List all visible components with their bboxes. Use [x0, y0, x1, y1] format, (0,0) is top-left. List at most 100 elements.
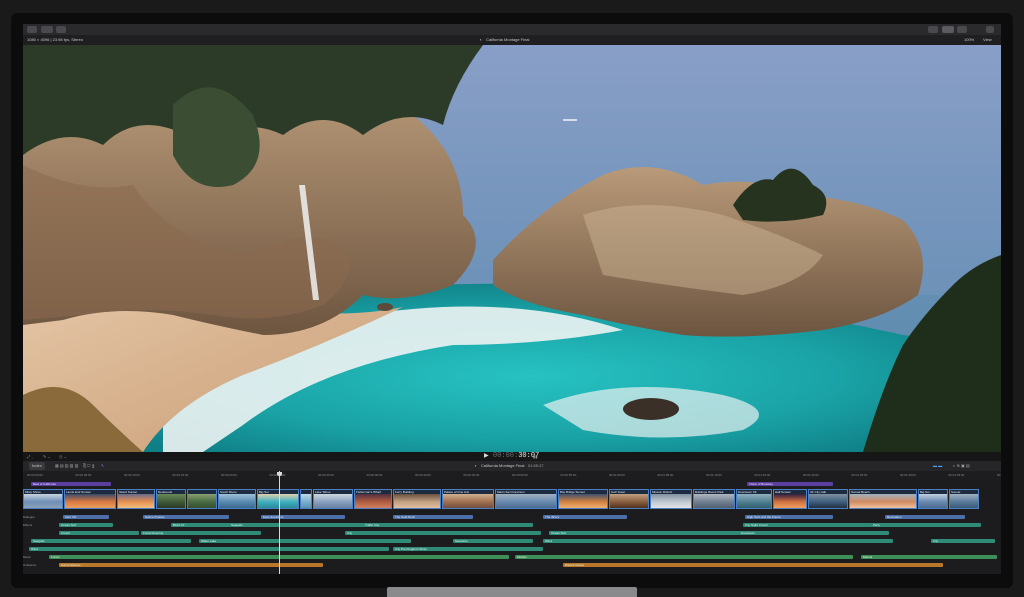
lane-label: Ambience: [23, 563, 37, 567]
timeline-header: Index ▦ ▤ ▥ ▧ ▨ ⎘ ⬚ ⬍ ↖ ▪ California Mon…: [23, 461, 1001, 471]
video-clip-filmstrip: [559, 494, 607, 508]
audio-clip[interactable]: Seashore: [453, 539, 533, 543]
audio-clip[interactable]: Birds FX: [171, 523, 231, 527]
video-clip-filmstrip: [774, 494, 806, 508]
transform-icon[interactable]: ⤢ ⌄: [27, 452, 33, 461]
video-clip[interactable]: Lands End Sunset: [64, 489, 116, 509]
audio-clip[interactable]: Crowd: [59, 531, 139, 535]
video-clip-filmstrip: [301, 494, 311, 508]
video-clip-filmstrip: [809, 494, 847, 508]
audio-clip[interactable]: Intro VO: [63, 515, 109, 519]
video-clip[interactable]: Island Sunset: [117, 489, 155, 509]
audio-clip[interactable]: Traffic City: [363, 523, 533, 527]
keyword-button[interactable]: [41, 26, 53, 33]
playhead-handle[interactable]: [277, 472, 282, 476]
ruler-tick: 00:01:35:00: [948, 473, 965, 477]
video-clip[interactable]: Bay Bridge Sunset: [558, 489, 608, 509]
video-clip[interactable]: Lake Tahoe: [313, 489, 353, 509]
audio-clip[interactable]: City: [931, 539, 995, 543]
skimming-icons[interactable]: ▬ ▬: [933, 461, 942, 471]
audio-clip[interactable]: High Tech and the Future: [745, 515, 833, 519]
playhead[interactable]: [279, 471, 280, 574]
audio-clip[interactable]: City Pre Kingdom Show: [393, 547, 543, 551]
ruler-tick: 00:01:10:00: [706, 473, 722, 477]
audio-clip[interactable]: Party: [871, 523, 981, 527]
video-clip-filmstrip: [188, 494, 216, 508]
timeline-film-icon: ▪: [475, 463, 477, 468]
video-clip-filmstrip: [919, 494, 947, 508]
index-button[interactable]: Index: [29, 462, 45, 470]
audio-clip[interactable]: Native Prairies: [143, 515, 229, 519]
inspector-toggle-button[interactable]: [957, 26, 967, 33]
ruler-tick: 00:00:05:00: [75, 473, 92, 477]
audio-clip[interactable]: Wind: [543, 539, 893, 543]
video-clip-filmstrip: [443, 494, 493, 508]
video-clip[interactable]: Big Sur: [257, 489, 299, 509]
video-clip[interactable]: Buildings Rivers Park: [693, 489, 735, 509]
video-clip[interactable]: Redwoods: [156, 489, 186, 509]
video-clip[interactable]: [300, 489, 312, 509]
video-clip-filmstrip: [258, 494, 298, 508]
share-button[interactable]: [986, 26, 994, 33]
video-clip[interactable]: Sunset Beach: [849, 489, 917, 509]
ruler-tick: 00:00:35:00: [366, 473, 383, 477]
video-clip[interactable]: Downtown SF: [736, 489, 772, 509]
video-clip[interactable]: Mission District: [650, 489, 692, 509]
audio-clip[interactable]: Recreation: [885, 515, 965, 519]
zoom-menu[interactable]: 100%: [964, 35, 974, 44]
audio-clip[interactable]: Early Explorers: [261, 515, 345, 519]
browser-toggle-button[interactable]: [942, 26, 954, 33]
audio-clip[interactable]: Marina: [861, 555, 997, 559]
video-clip[interactable]: South Shore: [218, 489, 256, 509]
timeline-project-title: California Montage Final: [481, 463, 525, 468]
video-clip[interactable]: Half Sunset: [773, 489, 807, 509]
audio-clip[interactable]: Wind: [29, 547, 389, 551]
video-clip-filmstrip: [737, 494, 771, 508]
audio-clip[interactable]: Surf Ambience: [59, 563, 323, 567]
timeline-duration: 01:55:37: [528, 463, 544, 468]
audio-clip[interactable]: Water Lake: [199, 539, 411, 543]
background-tasks-button[interactable]: [56, 26, 66, 33]
audio-clip[interactable]: Modern: [515, 555, 853, 559]
monitor-stand: [387, 587, 637, 597]
video-clip-filmstrip: [496, 494, 556, 508]
select-tool-icon[interactable]: ↖: [101, 461, 104, 471]
video-clip[interactable]: Golf Tower: [609, 489, 649, 509]
video-clip[interactable]: [187, 489, 217, 509]
video-clip[interactable]: Sunset: [949, 489, 979, 509]
audio-clip[interactable]: The 49'ers: [543, 515, 627, 519]
audio-clip[interactable]: Forest Evening: [141, 531, 261, 535]
audio-clip[interactable]: Ocean Surf: [549, 531, 749, 535]
audio-clip[interactable]: The Gold Rush: [393, 515, 473, 519]
speed-icon[interactable]: ◷ ⌄: [59, 452, 67, 461]
title-clip[interactable]: Best of California: [31, 482, 111, 486]
title-clip[interactable]: Vision of Berkeley: [747, 482, 833, 486]
audio-clip[interactable]: Distant Voices: [563, 563, 943, 567]
video-clip[interactable]: Fisherman's Wharf: [354, 489, 392, 509]
video-clip-filmstrip: [694, 494, 734, 508]
film-icon: ▪: [480, 37, 482, 42]
video-clip[interactable]: Palace of Fine Arts: [442, 489, 494, 509]
import-button[interactable]: [27, 26, 37, 33]
audio-clip[interactable]: Ocean Surf: [59, 523, 113, 527]
video-clip[interactable]: Marin San Francisco: [495, 489, 557, 509]
video-clip[interactable]: SF City Hall: [808, 489, 848, 509]
video-clip-filmstrip: [314, 494, 352, 508]
tool-icons[interactable]: ⎘ ⬚ ⬍: [83, 461, 94, 471]
video-clip[interactable]: Ferry Building: [393, 489, 441, 509]
enhance-icon[interactable]: ✎ ⌄: [43, 452, 51, 461]
video-clip[interactable]: Big Sur: [918, 489, 948, 509]
audio-clip[interactable]: Seagulls: [31, 539, 191, 543]
video-clip-filmstrip: [850, 494, 916, 508]
play-icon[interactable]: ▶: [484, 452, 489, 461]
audio-clip[interactable]: City: [345, 531, 541, 535]
ruler-tick: 00:00:10:00: [124, 473, 140, 477]
audio-clip[interactable]: Downtown: [739, 531, 889, 535]
clip-appearance-icons[interactable]: ▦ ▤ ▥ ▧ ▨: [55, 461, 78, 471]
view-menu[interactable]: View: [983, 35, 992, 44]
video-clip[interactable]: Misty Shore: [23, 489, 63, 509]
library-toggle-button[interactable]: [928, 26, 938, 33]
video-clip-filmstrip: [219, 494, 255, 508]
timeline-toggle-icons[interactable]: ◐ ⊕ ▣ ▤: [953, 461, 970, 471]
ruler-tick: 00:00:50:00: [512, 473, 528, 477]
